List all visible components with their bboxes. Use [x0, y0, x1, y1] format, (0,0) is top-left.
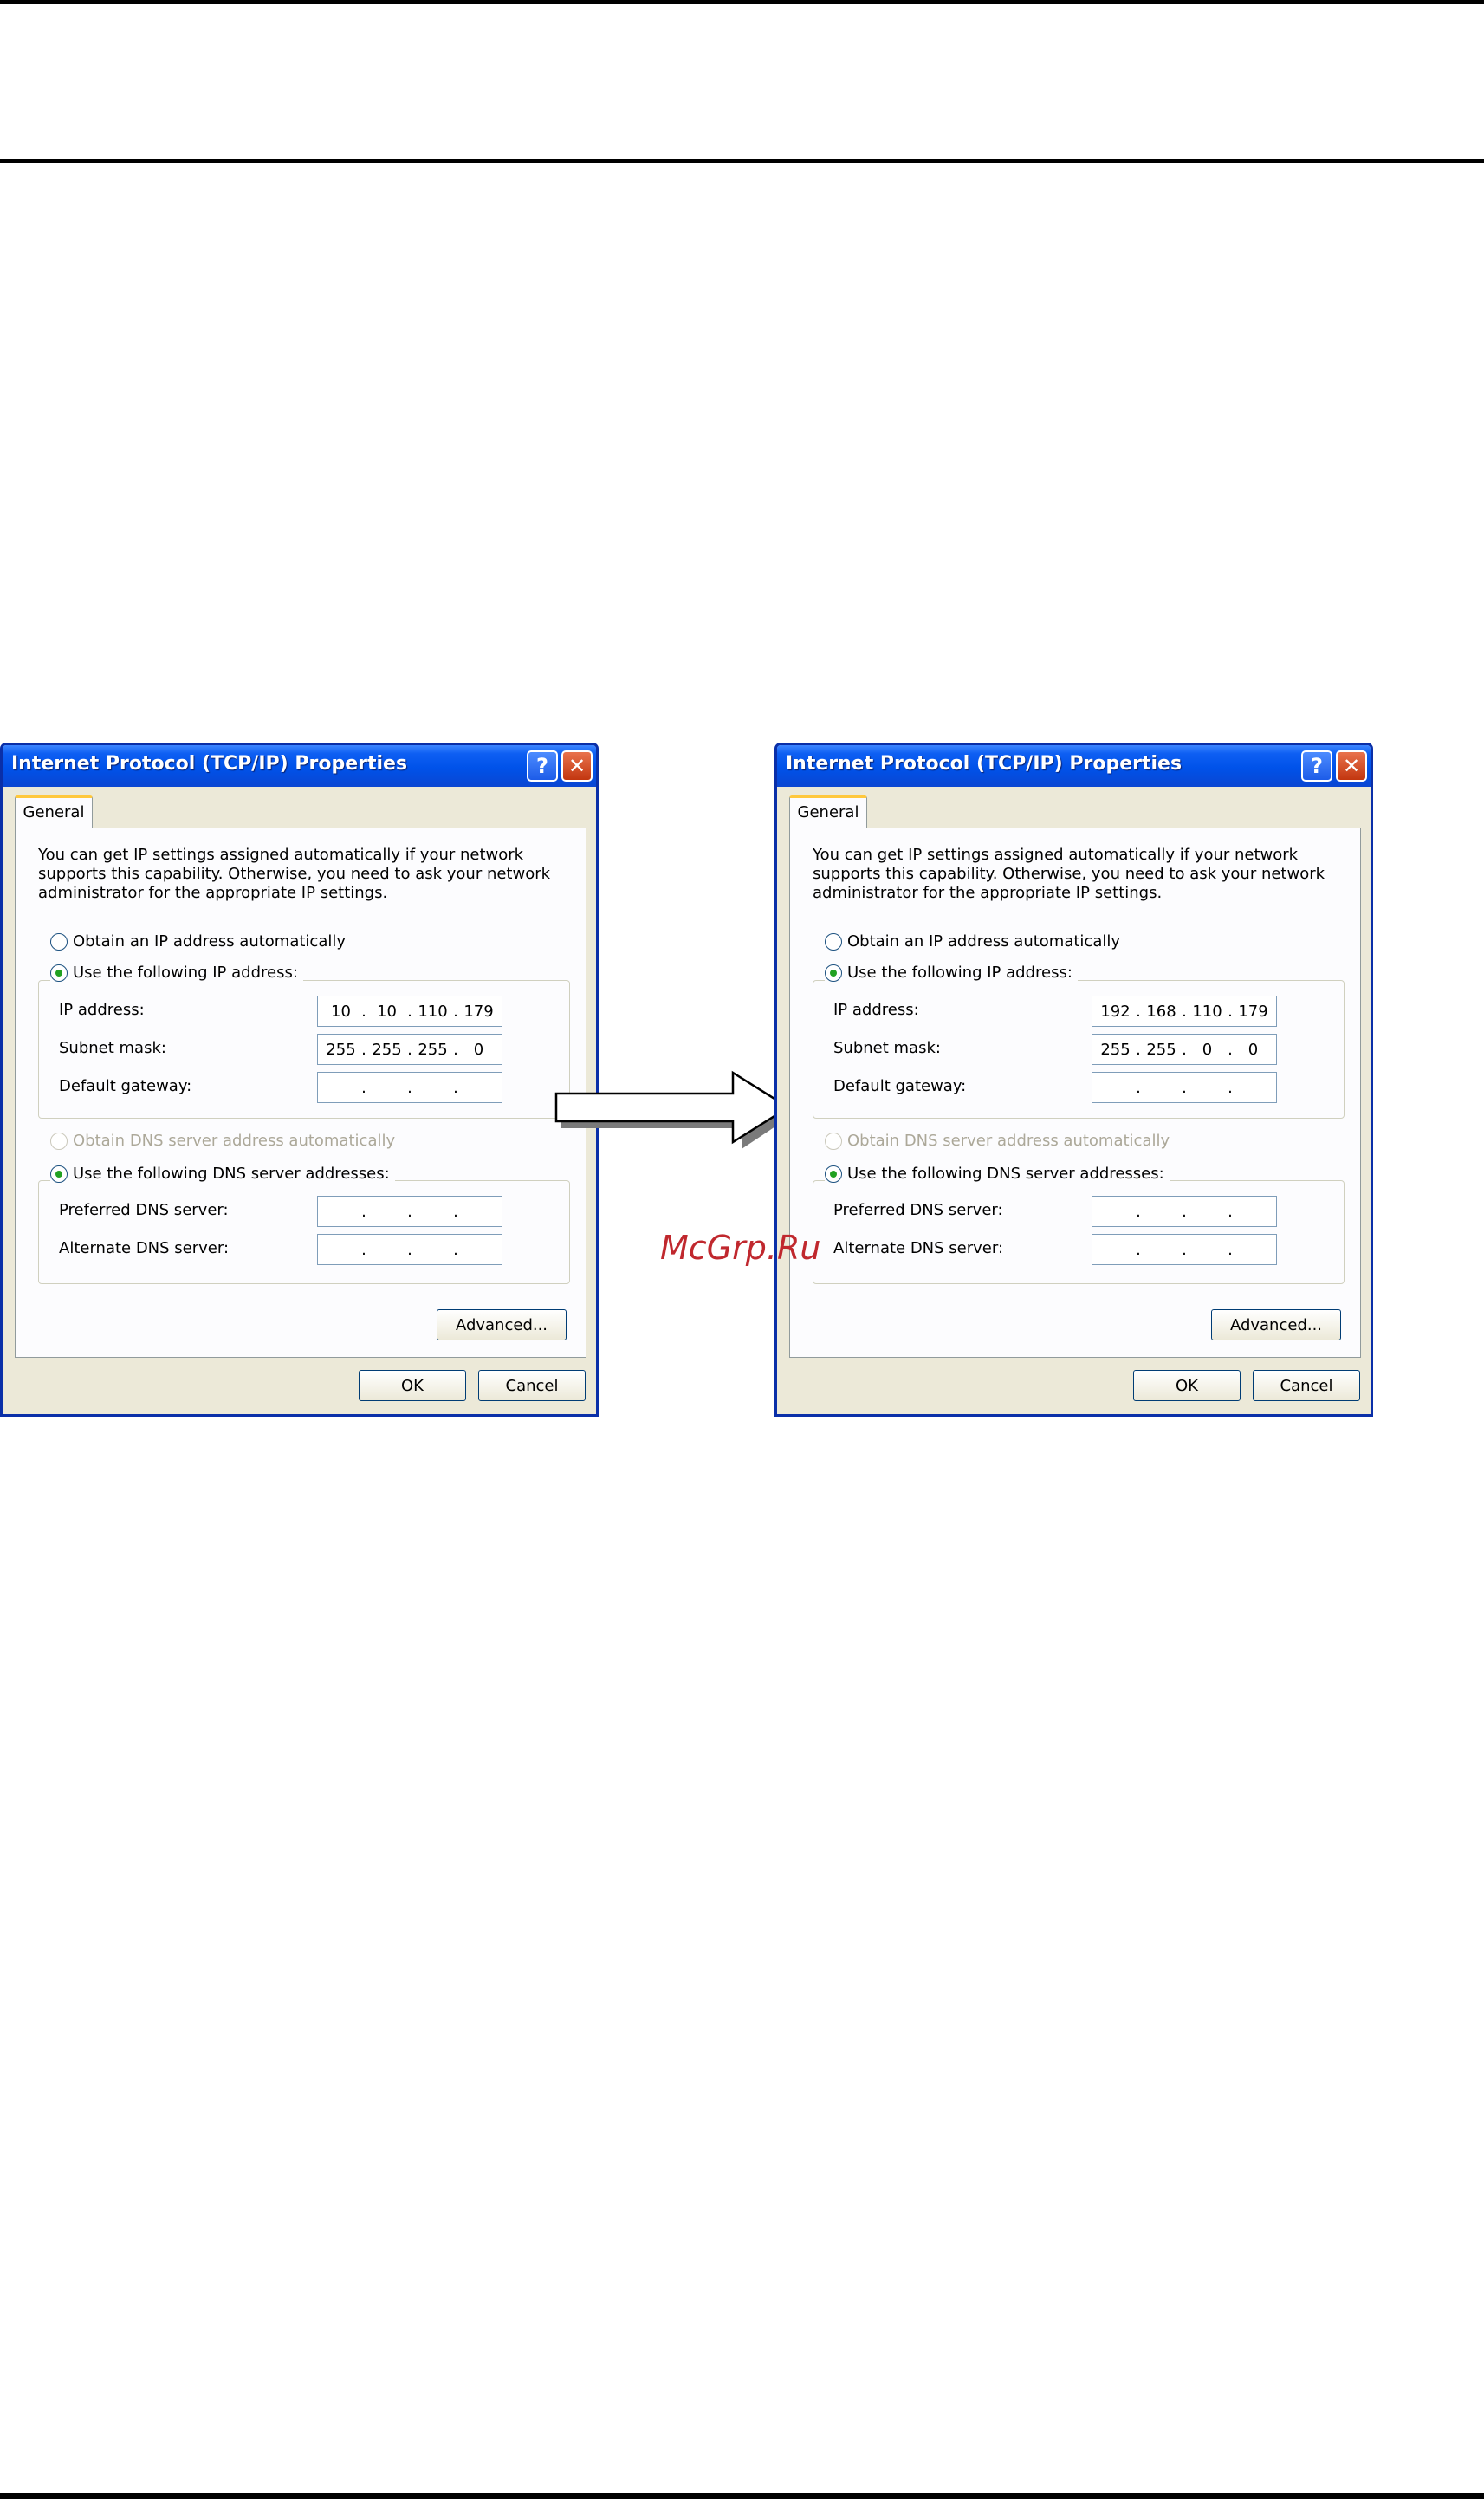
preferred-dns-label: Preferred DNS server:: [833, 1201, 1003, 1219]
tab-general[interactable]: General: [789, 795, 867, 828]
right-arrow-icon: [554, 1070, 794, 1149]
alternate-dns-label: Alternate DNS server:: [59, 1239, 230, 1257]
alternate-dns-label: Alternate DNS server:: [833, 1239, 1004, 1257]
mask-octet-3: 255: [418, 1040, 448, 1059]
radio-checked-icon: [825, 964, 842, 982]
dialog-title: Internet Protocol (TCP/IP) Properties: [786, 753, 1183, 775]
close-button[interactable]: ✕: [1336, 750, 1367, 782]
mask-octet-4: 0: [1247, 1040, 1259, 1059]
mask-octet-2: 255: [1146, 1040, 1176, 1059]
cancel-button[interactable]: Cancel: [1253, 1370, 1360, 1401]
obtain-dns-auto-label: Obtain DNS server address automatically: [847, 1132, 1170, 1150]
intro-text: You can get IP settings assigned automat…: [813, 846, 1325, 902]
default-gateway-label: Default gateway:: [833, 1077, 967, 1095]
advanced-button[interactable]: Advanced...: [437, 1309, 567, 1340]
preferred-dns-field[interactable]: . . .: [1092, 1196, 1277, 1227]
radio-checked-icon: [825, 1165, 842, 1183]
ip-address-label: IP address:: [59, 1001, 145, 1019]
question-icon: ?: [536, 754, 548, 778]
tab-general[interactable]: General: [15, 795, 93, 828]
help-button[interactable]: ?: [1301, 750, 1332, 782]
ip-octet-1: 192: [1100, 1002, 1131, 1021]
close-button[interactable]: ✕: [561, 750, 593, 782]
use-following-ip-radio[interactable]: Use the following IP address:: [825, 964, 1078, 982]
intro-text: You can get IP settings assigned automat…: [38, 846, 551, 902]
advanced-button[interactable]: Advanced...: [1211, 1309, 1341, 1340]
ip-octet-2: 168: [1146, 1002, 1176, 1021]
subnet-mask-label: Subnet mask:: [59, 1039, 166, 1057]
title-bar[interactable]: Internet Protocol (TCP/IP) Properties ? …: [777, 745, 1371, 787]
general-panel: You can get IP settings assigned automat…: [789, 828, 1361, 1358]
radio-checked-icon: [50, 964, 68, 982]
use-following-ip-label: Use the following IP address:: [73, 964, 298, 982]
general-panel: You can get IP settings assigned automat…: [15, 828, 586, 1358]
use-following-dns-radio[interactable]: Use the following DNS server addresses:: [50, 1165, 395, 1183]
radio-icon: [50, 1132, 68, 1150]
use-following-dns-label: Use the following DNS server addresses:: [73, 1165, 390, 1183]
radio-icon: [825, 1132, 842, 1150]
dialog-title: Internet Protocol (TCP/IP) Properties: [11, 753, 408, 775]
subnet-mask-label: Subnet mask:: [833, 1039, 941, 1057]
cancel-button[interactable]: Cancel: [478, 1370, 586, 1401]
preferred-dns-field[interactable]: . . .: [317, 1196, 502, 1227]
radio-icon: [825, 932, 842, 951]
default-gateway-field[interactable]: . . .: [317, 1072, 502, 1103]
help-button[interactable]: ?: [527, 750, 558, 782]
ip-octet-4: 179: [463, 1002, 494, 1021]
title-bar[interactable]: Internet Protocol (TCP/IP) Properties ? …: [3, 745, 596, 787]
top-rule: [0, 0, 1484, 4]
radio-checked-icon: [50, 1165, 68, 1183]
close-icon: ✕: [567, 754, 586, 778]
ok-button[interactable]: OK: [1133, 1370, 1241, 1401]
ip-octet-3: 110: [418, 1002, 448, 1021]
mask-octet-3: 0: [1202, 1040, 1213, 1059]
ip-octet-2: 10: [377, 1002, 397, 1021]
obtain-ip-auto-radio[interactable]: Obtain an IP address automatically: [50, 932, 352, 951]
tcpip-dialog-before: Internet Protocol (TCP/IP) Properties ? …: [0, 743, 599, 1417]
use-following-dns-label: Use the following DNS server addresses:: [847, 1165, 1164, 1183]
obtain-dns-auto-label: Obtain DNS server address automatically: [73, 1132, 396, 1150]
question-icon: ?: [1311, 754, 1323, 778]
ok-button[interactable]: OK: [359, 1370, 466, 1401]
subnet-mask-field[interactable]: 255. 255. 0. 0: [1092, 1034, 1277, 1065]
tcpip-dialog-after: Internet Protocol (TCP/IP) Properties ? …: [774, 743, 1373, 1417]
obtain-ip-auto-label: Obtain an IP address automatically: [847, 932, 1121, 951]
mask-octet-4: 0: [473, 1040, 484, 1059]
header-rule: [0, 159, 1484, 163]
ip-octet-4: 179: [1238, 1002, 1268, 1021]
preferred-dns-label: Preferred DNS server:: [59, 1201, 229, 1219]
bottom-rule: [0, 2493, 1484, 2499]
alternate-dns-field[interactable]: . . .: [1092, 1234, 1277, 1265]
obtain-dns-auto-radio[interactable]: Obtain DNS server address automatically: [50, 1132, 401, 1150]
ip-octet-1: 10: [331, 1002, 351, 1021]
obtain-dns-auto-radio[interactable]: Obtain DNS server address automatically: [825, 1132, 1176, 1150]
obtain-ip-auto-radio[interactable]: Obtain an IP address automatically: [825, 932, 1126, 951]
obtain-ip-auto-label: Obtain an IP address automatically: [73, 932, 347, 951]
radio-icon: [50, 932, 68, 951]
close-icon: ✕: [1342, 754, 1361, 778]
subnet-mask-field[interactable]: 255. 255. 255. 0: [317, 1034, 502, 1065]
use-following-dns-radio[interactable]: Use the following DNS server addresses:: [825, 1165, 1170, 1183]
ip-address-field[interactable]: 192. 168. 110. 179: [1092, 996, 1277, 1027]
mask-octet-2: 255: [372, 1040, 402, 1059]
default-gateway-field[interactable]: . . .: [1092, 1072, 1277, 1103]
ip-address-label: IP address:: [833, 1001, 919, 1019]
default-gateway-label: Default gateway:: [59, 1077, 192, 1095]
ip-address-field[interactable]: 10. 10. 110. 179: [317, 996, 502, 1027]
use-following-ip-radio[interactable]: Use the following IP address:: [50, 964, 303, 982]
mask-octet-1: 255: [326, 1040, 356, 1059]
use-following-ip-label: Use the following IP address:: [847, 964, 1072, 982]
mask-octet-1: 255: [1100, 1040, 1131, 1059]
watermark: McGrp.Ru: [660, 1229, 821, 1267]
alternate-dns-field[interactable]: . . .: [317, 1234, 502, 1265]
ip-octet-3: 110: [1192, 1002, 1222, 1021]
